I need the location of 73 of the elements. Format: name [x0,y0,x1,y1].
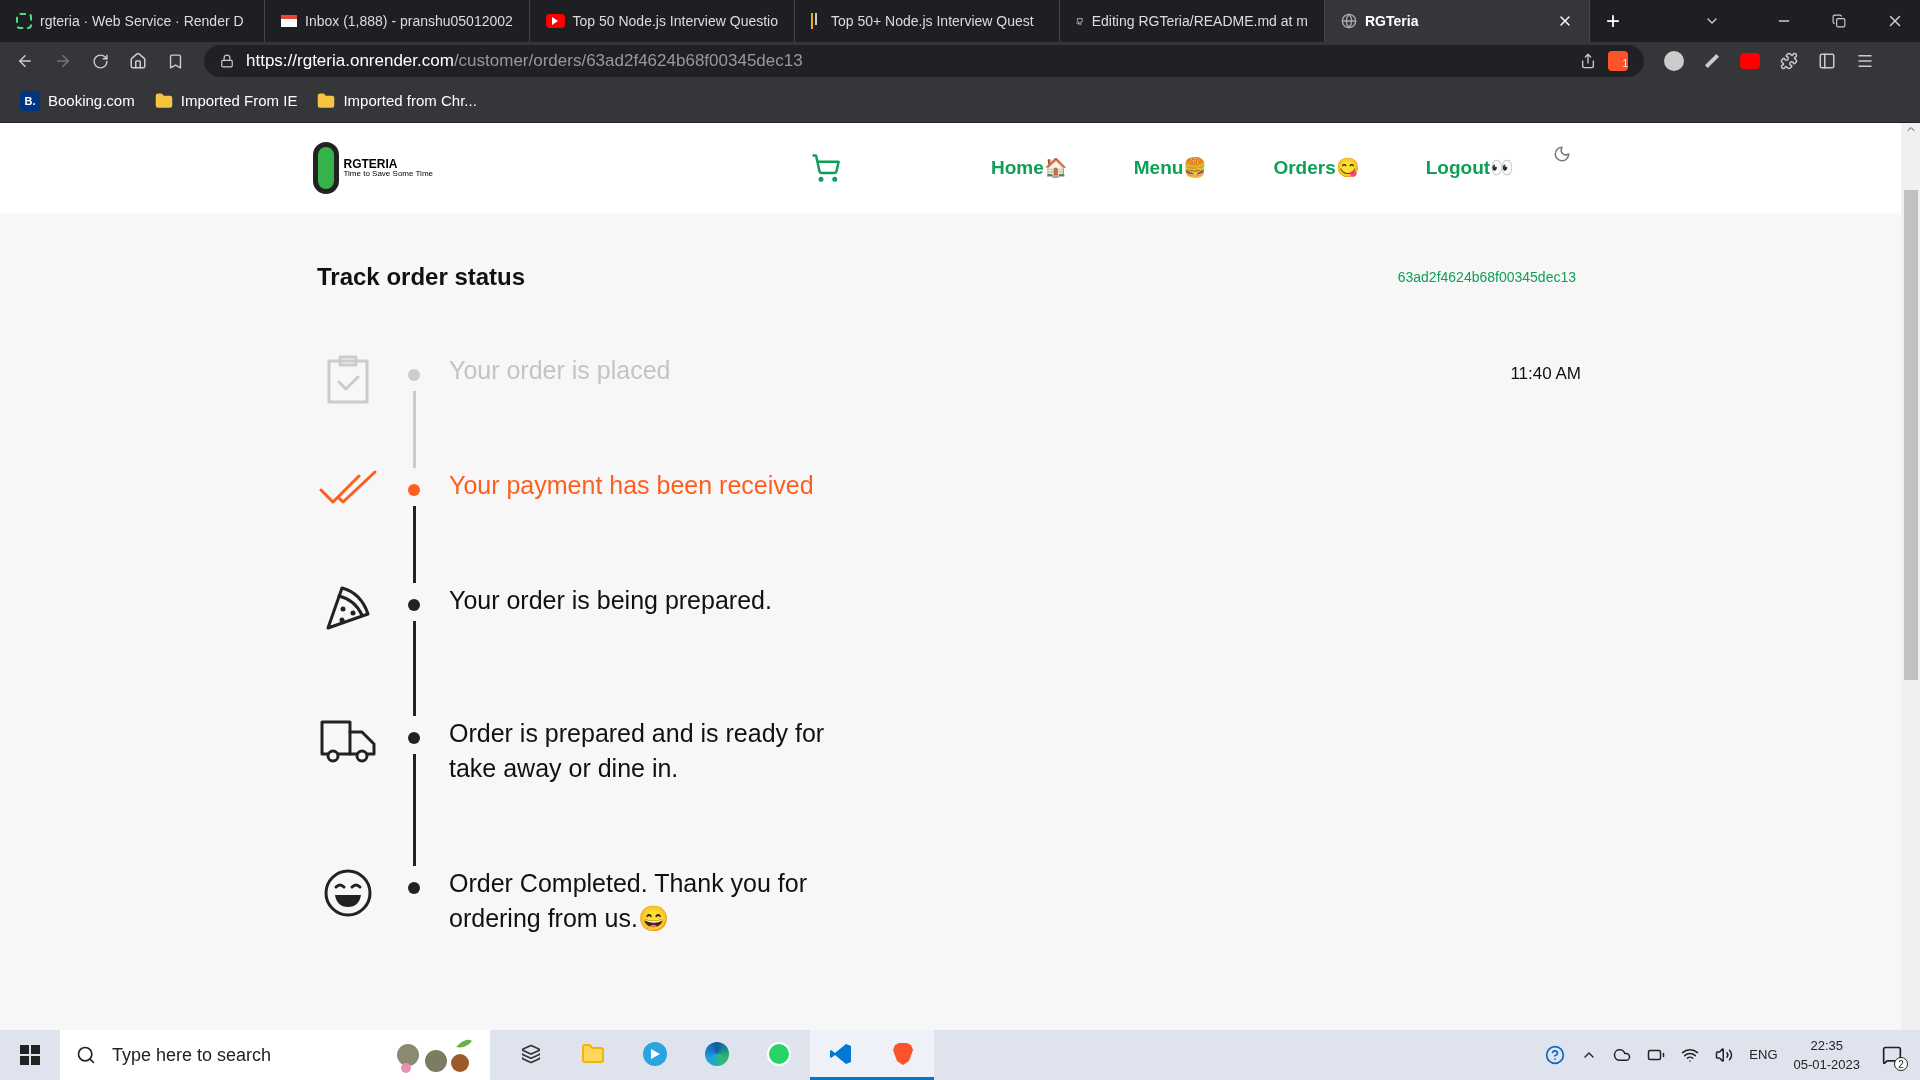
step-text: Your order is being prepared. [449,585,773,616]
taskbar-app[interactable] [810,1030,872,1080]
tab-title: RGTeria [1365,11,1420,31]
phone-bubble-icon [767,1041,791,1066]
truck-icon [320,718,376,764]
clock-date[interactable]: 05-01-2023 [1793,1055,1860,1074]
windows-icon [20,1045,40,1065]
dark-mode-icon[interactable] [1553,145,1571,163]
bookmark-item[interactable]: Imported From IE [154,89,298,113]
task-view-icon [521,1043,541,1064]
search-placeholder: Type here to search [112,1043,273,1067]
bookmark-item[interactable]: B. Booking.com [20,89,135,113]
url-text: https://rgteria.onrender.com/customer/orders/63ad2f4624b68f00345dec13 [246,50,804,73]
notifications-button[interactable]: 2 [1876,1039,1908,1071]
share-icon[interactable] [1580,53,1596,69]
address-bar[interactable]: https://rgteria.onrender.com/customer/orders/63ad2f4624b68f00345dec13 1 [204,45,1644,77]
booking-logo: B. [20,91,40,111]
globe-icon [1341,13,1357,29]
notification-count: 2 [1894,1057,1908,1071]
extensions-icon[interactable] [1780,52,1798,70]
clock-time[interactable]: 22:35 [1810,1036,1843,1055]
back-icon[interactable] [16,52,34,70]
logo-tagline: Time to Save Some Time [343,170,433,178]
page-title: Track order status [317,262,526,292]
tab-title: rgteria · Web Service · Render D [40,11,245,31]
step-time: 11:40 AM [1510,363,1581,385]
forward-icon[interactable] [54,52,72,70]
taskbar-search-field[interactable]: Type here to search [60,1030,490,1080]
clipboard-check-icon [326,355,370,405]
bookmark-item[interactable]: Imported from Chr... [317,89,477,113]
bookmark-label: Imported From IE [180,90,298,111]
mail-icon [281,15,297,27]
wifi-icon[interactable] [1681,1046,1700,1064]
cloud-icon[interactable] [1613,1046,1632,1064]
volume-icon[interactable] [1715,1046,1734,1064]
reload-icon[interactable] [92,52,109,70]
taskbar-app[interactable] [872,1030,934,1080]
code-editor-icon [829,1041,853,1066]
logo-text: RGTERIA [343,158,399,170]
order-id: 63ad2f4624b68f00345dec13 [1397,267,1576,287]
help-icon[interactable] [1545,1045,1566,1065]
play-icon[interactable] [1740,53,1760,69]
bookmark-label: Booking.com [48,90,135,111]
browser-tab[interactable]: RGTeria [1325,0,1590,42]
folder-icon [154,92,173,110]
double-check-icon [319,470,377,504]
lion-shield-icon [892,1041,914,1066]
bookmark-label: Imported from Chr... [343,90,477,111]
tab-title: Top 50+ Node.js Interview Quest [831,11,1035,31]
paper-plane-icon [643,1041,667,1066]
bookmark-icon[interactable] [167,52,184,70]
step-text: Order Completed. Thank you for ordering from us.😄 [449,868,809,934]
folder-icon [581,1041,605,1066]
smiling-face-icon [323,868,373,918]
home-icon[interactable] [129,52,147,70]
search-icon [76,1045,96,1065]
scrollbar[interactable] [1901,123,1920,1030]
language-indicator[interactable]: ENG [1749,1045,1778,1065]
folder-icon [317,92,336,110]
dashboard-icon [16,13,32,29]
sidebar-icon[interactable] [1818,52,1836,70]
pizza-slice-icon [325,585,371,631]
new-tab-button[interactable]: + [1590,5,1636,37]
tab-title: Top 50 Node.js Interview Questio [572,11,778,31]
cart-icon[interactable] [811,153,841,183]
tab-title: Inbox (1,888) - pranshu05012002 [305,11,513,31]
step-text: Your payment has been received [449,470,815,501]
lock-icon [220,54,234,68]
step-text: Order is prepared and is ready for take away or dine in. [449,718,826,784]
tab-title: Editing RGTeria/README.md at m [1091,11,1308,31]
play-icon [546,14,565,28]
menu-icon[interactable] [1856,52,1874,70]
restore-icon[interactable] [1832,14,1846,28]
